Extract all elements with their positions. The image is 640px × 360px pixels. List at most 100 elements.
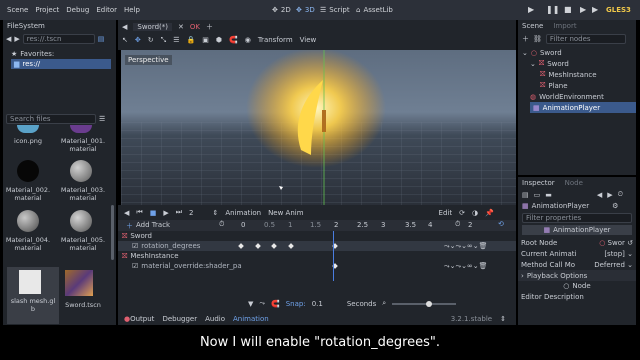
- tab-debugger[interactable]: Debugger: [162, 315, 197, 323]
- scale-tool-icon[interactable]: ⤡: [161, 36, 167, 45]
- menu-project[interactable]: Project: [35, 6, 59, 14]
- save-icon[interactable]: ▬: [545, 191, 552, 199]
- tab-sword[interactable]: Sword(*): [133, 22, 173, 31]
- select-tool-icon[interactable]: ↖: [122, 36, 128, 44]
- menu-editor[interactable]: Editor: [96, 6, 117, 14]
- node-animationplayer[interactable]: ▦ AnimationPlayer: [530, 102, 636, 113]
- renderer-badge[interactable]: GLES3: [606, 6, 631, 14]
- filesystem-scrollbar[interactable]: [111, 205, 114, 260]
- snap-value[interactable]: 0.1: [312, 300, 323, 308]
- track-checkbox[interactable]: ☑: [132, 262, 138, 270]
- menu-scene[interactable]: Scene: [7, 6, 28, 14]
- filter-nodes-input[interactable]: Filter nodes: [545, 33, 626, 44]
- group-icon[interactable]: ▣: [202, 36, 209, 44]
- prop-value[interactable]: [stop] ⌄: [604, 250, 633, 258]
- mode-script[interactable]: ☰ Script: [320, 6, 350, 14]
- play-scene-icon[interactable]: ▶: [580, 5, 586, 14]
- add-track-button[interactable]: Add Track: [136, 221, 170, 229]
- node-meshinstance[interactable]: ⛝ MeshInstance: [522, 69, 636, 80]
- menu-debug[interactable]: Debug: [66, 6, 89, 14]
- stop-icon[interactable]: ■: [564, 5, 572, 14]
- track-options-icon[interactable]: ⤳⌄⤳⌄∞⌄🗑: [444, 242, 488, 251]
- pause-icon[interactable]: ❚❚: [546, 5, 559, 14]
- tab-output[interactable]: ●Output: [124, 315, 154, 323]
- frame-number[interactable]: 2: [189, 209, 193, 217]
- search-files-input[interactable]: Search files: [6, 114, 96, 124]
- menu-help[interactable]: Help: [124, 6, 140, 14]
- 3d-viewport[interactable]: Perspective: [121, 50, 516, 205]
- rotate-tool-icon[interactable]: ↻: [148, 36, 154, 44]
- object-menu-icon[interactable]: ⚙: [612, 202, 618, 210]
- close-tab-icon[interactable]: ✕: [178, 23, 184, 31]
- tab-inspector[interactable]: Inspector: [522, 179, 555, 187]
- list-select-icon[interactable]: ☰: [173, 36, 179, 44]
- animation-name-select[interactable]: New Anim: [268, 209, 303, 217]
- node-plane[interactable]: ⛝ Plane: [522, 80, 636, 91]
- bezier-icon[interactable]: ⤳: [259, 299, 265, 308]
- onion-icon[interactable]: ◑: [472, 209, 478, 217]
- prop-value[interactable]: ○ Swor ↺: [599, 239, 633, 247]
- inspected-object[interactable]: AnimationPlayer: [532, 202, 589, 210]
- camera-icon[interactable]: ◉: [245, 36, 251, 44]
- play-forward-icon[interactable]: ▶: [163, 209, 168, 217]
- split-icon[interactable]: ▤: [98, 35, 105, 43]
- keyframe[interactable]: [255, 243, 261, 249]
- mode-2d[interactable]: ✥ 2D: [272, 6, 291, 14]
- local-space-icon[interactable]: ⬢: [216, 36, 222, 44]
- transform-menu[interactable]: Transform: [258, 36, 293, 44]
- perspective-label[interactable]: Perspective: [125, 55, 172, 65]
- playhead[interactable]: [333, 231, 334, 281]
- tab-import[interactable]: Import: [553, 22, 576, 30]
- play-backwards-icon[interactable]: ◀: [124, 209, 129, 217]
- history-forward-icon[interactable]: ▶: [607, 191, 612, 199]
- edit-button[interactable]: Edit: [439, 209, 453, 217]
- reset-icon[interactable]: ↺: [627, 239, 633, 247]
- list-view-icon[interactable]: ☰: [99, 115, 105, 123]
- history-icon[interactable]: ⏲: [618, 190, 623, 199]
- filter-properties-input[interactable]: Filter properties: [522, 213, 632, 223]
- view-menu[interactable]: View: [300, 36, 317, 44]
- track-checkbox[interactable]: ☑: [132, 242, 138, 250]
- expand-icon[interactable]: ⇕: [500, 315, 506, 323]
- prop-method-call-mode[interactable]: Method Call Mo Deferred ⌄: [518, 259, 636, 270]
- length-value[interactable]: 2: [468, 221, 472, 229]
- tab-scene[interactable]: Scene: [522, 22, 543, 30]
- add-track-icon[interactable]: ＋: [126, 221, 133, 231]
- zoom-handle[interactable]: [426, 300, 433, 307]
- node-worldenvironment[interactable]: ◍ WorldEnvironment: [522, 91, 636, 102]
- prop-editor-description[interactable]: Editor Description: [518, 291, 636, 302]
- add-node-icon[interactable]: ＋: [522, 34, 529, 44]
- snap-icon[interactable]: 🧲: [271, 300, 280, 308]
- add-tab-icon[interactable]: ＋: [206, 22, 213, 32]
- load-icon[interactable]: ▭: [534, 191, 541, 199]
- autoplay-icon[interactable]: ⟳: [459, 209, 465, 217]
- pin-icon[interactable]: 📌: [485, 209, 494, 217]
- tab-ok[interactable]: OK: [190, 23, 200, 31]
- snap-icon[interactable]: 🧲: [229, 36, 238, 44]
- play-from-start-icon[interactable]: ⏭: [176, 208, 182, 217]
- keyframe[interactable]: [271, 243, 277, 249]
- updown-icon[interactable]: ⇕: [213, 209, 219, 217]
- keyframe[interactable]: [238, 243, 244, 249]
- mode-3d[interactable]: ✥ 3D: [296, 6, 315, 14]
- lock-icon[interactable]: 🔒: [187, 36, 196, 44]
- tab-node[interactable]: Node: [565, 179, 583, 187]
- seconds-select[interactable]: Seconds: [347, 300, 376, 308]
- file-slash-mesh[interactable]: slash mesh.gl b: [7, 267, 59, 324]
- node-sword-root[interactable]: ⌄ ○ Sword: [522, 47, 636, 58]
- link-icon[interactable]: ⛓: [533, 35, 542, 43]
- node-section[interactable]: ○ Node: [518, 281, 636, 291]
- stop-animation-icon[interactable]: ■: [150, 209, 157, 217]
- prop-root-node[interactable]: Root Node ○ Swor ↺: [518, 237, 636, 248]
- mode-assetlib[interactable]: ⌂ AssetLib: [356, 6, 393, 14]
- filter-icon[interactable]: ▼: [248, 300, 253, 308]
- tab-audio[interactable]: Audio: [205, 315, 225, 323]
- track-material[interactable]: ☑ material_override:shader_pa ⤳⌄⤳⌄∞⌄🗑: [118, 261, 516, 271]
- track-options-icon[interactable]: ⤳⌄⤳⌄∞⌄🗑: [444, 262, 488, 271]
- prop-current-animation[interactable]: Current Animati [stop] ⌄: [518, 248, 636, 259]
- scene-tabs-arrow-icon[interactable]: ◀: [122, 23, 127, 31]
- keyframe[interactable]: [288, 243, 294, 249]
- play-icon[interactable]: ▶: [528, 5, 534, 14]
- move-tool-icon[interactable]: ✥: [135, 36, 141, 44]
- zoom-slider[interactable]: [392, 300, 457, 307]
